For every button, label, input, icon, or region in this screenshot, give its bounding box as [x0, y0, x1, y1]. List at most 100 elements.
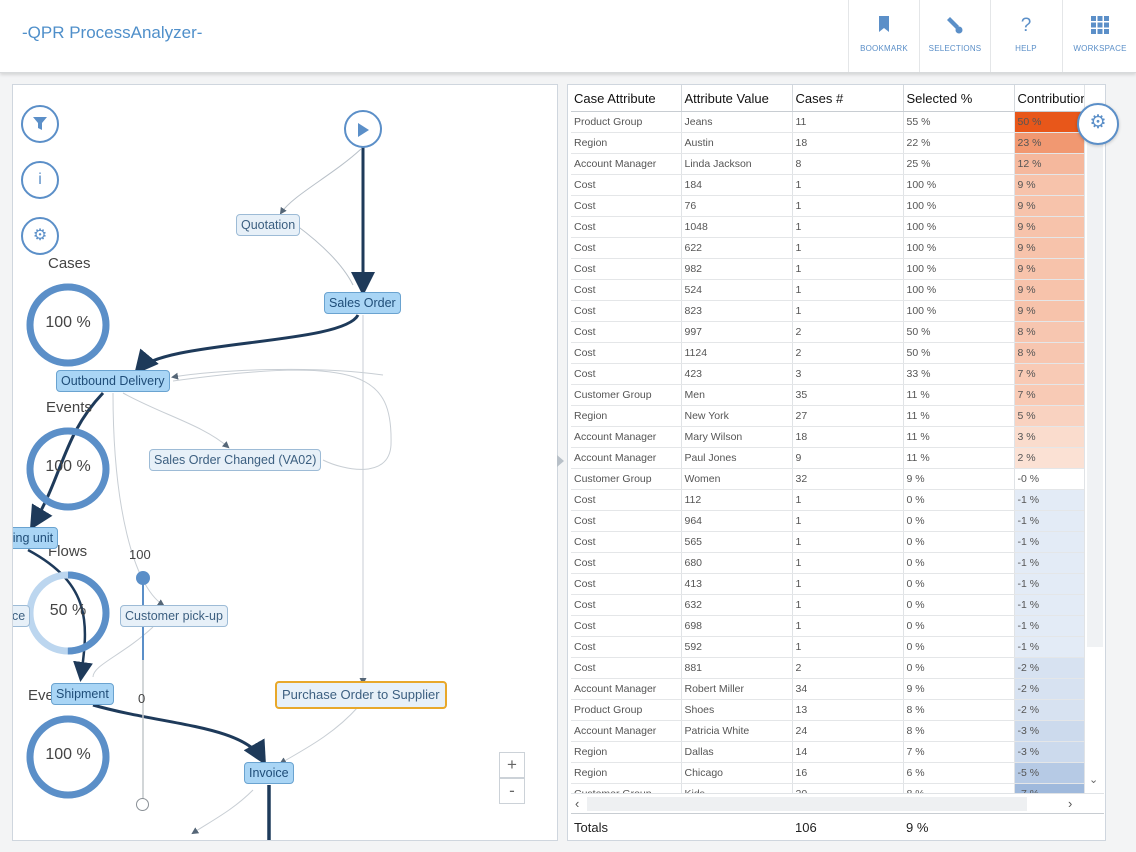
slider-bottom-handle[interactable]	[136, 798, 149, 811]
bookmark-button[interactable]: BOOKMARK	[848, 0, 919, 72]
table-row[interactable]: Region New York 27 11 % 5 %	[571, 405, 1084, 427]
col-header-contribution[interactable]: Contribution	[1014, 85, 1084, 112]
node-sales-order-changed[interactable]: Sales Order Changed (VA02)	[149, 449, 322, 471]
cell-contribution: -2 %	[1014, 678, 1084, 700]
table-row[interactable]: Account Manager Patricia White 24 8 % -3 %	[571, 720, 1084, 742]
filter-button[interactable]	[21, 105, 59, 143]
help-button[interactable]: ? HELP	[990, 0, 1061, 72]
table-row[interactable]: Cost 524 1 100 % 9 %	[571, 279, 1084, 301]
table-row[interactable]: Account Manager Paul Jones 9 11 % 2 %	[571, 447, 1084, 469]
node-quotation[interactable]: Quotation	[236, 214, 301, 236]
col-header-case-attribute[interactable]: Case Attribute	[571, 85, 682, 112]
scroll-down-icon[interactable]: ⌄	[1089, 773, 1098, 786]
selections-button[interactable]: SELECTIONS	[919, 0, 990, 72]
node-invoice[interactable]: Invoice	[244, 762, 294, 784]
table-row[interactable]: Cost 964 1 0 % -1 %	[571, 510, 1084, 532]
zoom-in-button[interactable]: +	[499, 752, 525, 778]
cell-cases: 2	[792, 657, 904, 679]
cell-attribute-value: New York	[681, 405, 793, 427]
cell-cases: 18	[792, 426, 904, 448]
cell-case-attribute: Cost	[571, 195, 682, 217]
table-row[interactable]: Cost 622 1 100 % 9 %	[571, 237, 1084, 259]
cell-attribute-value: 423	[681, 363, 793, 385]
table-row[interactable]: Cost 76 1 100 % 9 %	[571, 195, 1084, 217]
cell-selected: 9 %	[903, 678, 1015, 700]
cell-cases: 1	[792, 636, 904, 658]
cell-attribute-value: 997	[681, 321, 793, 343]
horizontal-scroll-thumb[interactable]	[587, 797, 1027, 811]
node-handling-unit[interactable]: ling unit	[13, 527, 59, 549]
scroll-right-icon[interactable]: ›	[1068, 796, 1072, 811]
table-row[interactable]: Cost 997 2 50 % 8 %	[571, 321, 1084, 343]
table-row[interactable]: Cost 112 1 0 % -1 %	[571, 489, 1084, 511]
map-settings-button[interactable]: ⚙	[21, 217, 59, 255]
table-row[interactable]: Region Dallas 14 7 % -3 %	[571, 741, 1084, 763]
cell-cases: 2	[792, 321, 904, 343]
table-row[interactable]: Cost 632 1 0 % -1 %	[571, 594, 1084, 616]
table-row[interactable]: Account Manager Mary Wilson 18 11 % 3 %	[571, 426, 1084, 448]
cell-case-attribute: Product Group	[571, 111, 682, 133]
scroll-left-icon[interactable]: ‹	[575, 796, 579, 811]
table-row[interactable]: Cost 1048 1 100 % 9 %	[571, 216, 1084, 238]
table-row[interactable]: Cost 698 1 0 % -1 %	[571, 615, 1084, 637]
cell-case-attribute: Region	[571, 132, 682, 154]
cell-contribution: -1 %	[1014, 552, 1084, 574]
table-row[interactable]: Account Manager Linda Jackson 8 25 % 12 %	[571, 153, 1084, 175]
table-row[interactable]: Customer GroupKids208 %-7 %	[571, 783, 1084, 793]
table-row[interactable]: Account Manager Robert Miller 34 9 % -2 %	[571, 678, 1084, 700]
table-row[interactable]: Customer Group Men 35 11 % 7 %	[571, 384, 1084, 406]
table-row[interactable]: Cost 413 1 0 % -1 %	[571, 573, 1084, 595]
cell-selected: 0 %	[903, 594, 1015, 616]
slider-handle[interactable]	[136, 571, 150, 585]
table-row[interactable]: Cost 423 3 33 % 7 %	[571, 363, 1084, 385]
col-header-attribute-value[interactable]: Attribute Value	[681, 85, 793, 112]
table-settings-button[interactable]: ⚙	[1077, 103, 1119, 145]
app-header: -QPR ProcessAnalyzer- BOOKMARK SELECTION…	[0, 0, 1136, 73]
table-row[interactable]: Region Austin 18 22 % 23 %	[571, 132, 1084, 154]
zoom-out-button[interactable]: -	[499, 778, 525, 804]
cell-attribute-value: 680	[681, 552, 793, 574]
horizontal-scrollbar[interactable]: ‹ ›	[571, 793, 1104, 814]
table-row[interactable]: Cost 1124 2 50 % 8 %	[571, 342, 1084, 364]
col-header-selected[interactable]: Selected %	[903, 85, 1015, 112]
table-row[interactable]: Customer Group Women 32 9 % -0 %	[571, 468, 1084, 490]
panel-splitter-handle[interactable]	[557, 455, 564, 467]
table-row[interactable]: Region Chicago 16 6 % -5 %	[571, 762, 1084, 784]
vertical-scrollbar[interactable]: ⌄	[1084, 85, 1105, 793]
cell-attribute-value: 622	[681, 237, 793, 259]
table-row[interactable]: Cost 592 1 0 % -1 %	[571, 636, 1084, 658]
table-row[interactable]: Cost 881 2 0 % -2 %	[571, 657, 1084, 679]
table-row[interactable]: Cost 680 1 0 % -1 %	[571, 552, 1084, 574]
node-outbound-delivery[interactable]: Outbound Delivery	[56, 370, 170, 392]
table-row[interactable]: Product Group Jeans 11 55 % 50 %	[571, 111, 1084, 133]
cell-cases: 1	[792, 237, 904, 259]
cell-selected: 11 %	[903, 447, 1015, 469]
table-row[interactable]: Cost 823 1 100 % 9 %	[571, 300, 1084, 322]
node-partial-clipped[interactable]: ce	[13, 605, 31, 627]
node-purchase-order-to-supplier[interactable]: Purchase Order to Supplier	[275, 681, 447, 709]
table-row[interactable]: Cost 982 1 100 % 9 %	[571, 258, 1084, 280]
start-node-play-button[interactable]	[344, 110, 382, 148]
node-shipment[interactable]: Shipment	[51, 683, 114, 705]
node-customer-pick-up[interactable]: Customer pick-up	[120, 605, 228, 627]
process-map-panel[interactable]: i ⚙ Cases 100 % Events 100 % Flows 50 % Event …	[12, 84, 558, 841]
totals-row: Totals 106 9 %	[571, 813, 1104, 840]
gauge-value: 50 %	[49, 602, 87, 619]
gear-icon: ⚙	[1089, 112, 1107, 133]
node-sales-order[interactable]: Sales Order	[324, 292, 401, 314]
workspace-button[interactable]: WORKSPACE	[1062, 0, 1136, 72]
cell-selected: 55 %	[903, 111, 1015, 133]
gauge-label: Events	[46, 399, 92, 416]
col-header-cases[interactable]: Cases #	[792, 85, 904, 112]
cell-attribute-value: 76	[681, 195, 793, 217]
info-button[interactable]: i	[21, 161, 59, 199]
cell-case-attribute: Cost	[571, 552, 682, 574]
table-row[interactable]: Product Group Shoes 13 8 % -2 %	[571, 699, 1084, 721]
table-row[interactable]: Cost 565 1 0 % -1 %	[571, 531, 1084, 553]
cell-cases: 2	[792, 342, 904, 364]
vertical-scroll-thumb[interactable]	[1087, 107, 1103, 647]
cell-contribution: -7 %	[1014, 783, 1084, 793]
cell-selected: 0 %	[903, 636, 1015, 658]
table-row[interactable]: Cost 184 1 100 % 9 %	[571, 174, 1084, 196]
cell-contribution: 7 %	[1014, 384, 1084, 406]
